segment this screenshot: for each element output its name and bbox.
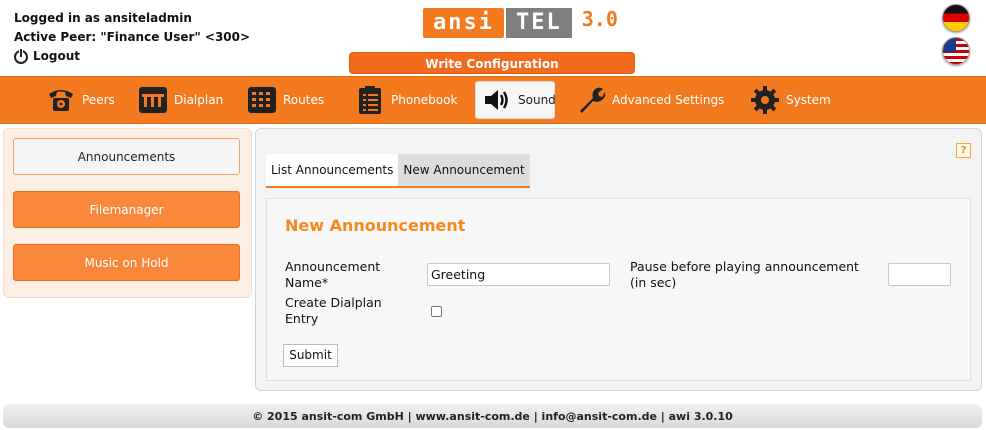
- tab-new-announcement[interactable]: New Announcement: [398, 154, 530, 186]
- nav-item-sound[interactable]: Sound: [475, 81, 556, 119]
- nav-item-system[interactable]: System: [744, 81, 837, 119]
- routes-icon: [247, 85, 277, 115]
- nav-label: Dialplan: [174, 93, 224, 107]
- power-icon: [14, 47, 28, 64]
- create-dialplan-label: Create Dialplan Entry: [285, 295, 382, 327]
- logo-version: 3.0: [581, 7, 618, 31]
- write-configuration-button[interactable]: Write Configuration: [349, 52, 635, 74]
- submit-button[interactable]: Submit: [283, 344, 338, 367]
- logo-ansi: ansi: [423, 8, 504, 38]
- label-line: (in sec): [630, 275, 677, 290]
- announcement-name-input[interactable]: Greeting: [427, 263, 610, 286]
- nav-label: Advanced Settings: [612, 93, 725, 107]
- wrench-icon: [576, 85, 606, 115]
- tab-list-announcements[interactable]: List Announcements: [266, 154, 399, 186]
- logged-in-text: Logged in as ansiteladmin: [14, 11, 192, 25]
- nav-item-phonebook[interactable]: Phonebook: [349, 81, 463, 119]
- speaker-icon: [482, 85, 512, 115]
- active-peer-text: Active Peer: "Finance User" <300>: [14, 30, 251, 44]
- announcement-name-label: Announcement Name*: [285, 259, 380, 291]
- phonebook-icon: [355, 85, 385, 115]
- sidebar-item-filemanager[interactable]: Filemanager: [13, 191, 240, 228]
- label-line: Entry: [285, 311, 319, 326]
- main-panel: ? List Announcements New Announcement Ne…: [255, 128, 982, 391]
- logout-link[interactable]: Logout: [14, 47, 250, 66]
- german-flag-icon[interactable]: [942, 4, 970, 32]
- footer: © 2015 ansit-com GmbH | www.ansit-com.de…: [3, 404, 982, 428]
- pause-label: Pause before playing announcement (in se…: [630, 259, 859, 291]
- label-line: Name*: [285, 275, 329, 290]
- nav-label: System: [786, 93, 831, 107]
- us-flag-icon[interactable]: [942, 37, 970, 65]
- gear-icon: [750, 85, 780, 115]
- sidebar-item-announcements[interactable]: Announcements: [13, 138, 240, 175]
- nav-label: Sound: [518, 93, 556, 107]
- nav-label: Phonebook: [391, 93, 458, 107]
- label-line: Announcement: [285, 259, 381, 274]
- nav-item-dialplan[interactable]: Dialplan: [132, 81, 229, 119]
- telephone-icon: [46, 85, 76, 115]
- nav-label: Routes: [283, 93, 325, 107]
- nav-item-routes[interactable]: Routes: [241, 81, 330, 119]
- pause-seconds-input[interactable]: [888, 263, 951, 286]
- form-title: New Announcement: [285, 216, 466, 235]
- header: Logged in as ansiteladmin Active Peer: "…: [0, 0, 986, 76]
- new-announcement-form: New Announcement Announcement Name* Gree…: [266, 198, 971, 381]
- label-line: Pause before playing announcement: [630, 259, 859, 274]
- nav-item-advanced-settings[interactable]: Advanced Settings: [570, 81, 730, 119]
- dialplan-icon: [138, 85, 168, 115]
- main-navigation: Peers Dialplan Routes Phonebook Sound Ad…: [0, 76, 986, 124]
- logo-tel: TEL: [505, 8, 572, 38]
- create-dialplan-checkbox[interactable]: [431, 306, 442, 317]
- nav-item-peers[interactable]: Peers: [40, 81, 121, 119]
- label-line: Create Dialplan: [285, 295, 382, 310]
- sidebar-item-music-on-hold[interactable]: Music on Hold: [13, 244, 240, 281]
- sidebar: Announcements Filemanager Music on Hold: [3, 128, 252, 298]
- nav-label: Peers: [82, 93, 115, 107]
- app-logo: ansi TEL 3.0: [423, 7, 618, 38]
- help-icon[interactable]: ?: [956, 143, 971, 158]
- logout-label: Logout: [33, 49, 81, 63]
- tab-bar: List Announcements New Announcement: [266, 154, 530, 188]
- login-info: Logged in as ansiteladmin Active Peer: "…: [14, 9, 250, 66]
